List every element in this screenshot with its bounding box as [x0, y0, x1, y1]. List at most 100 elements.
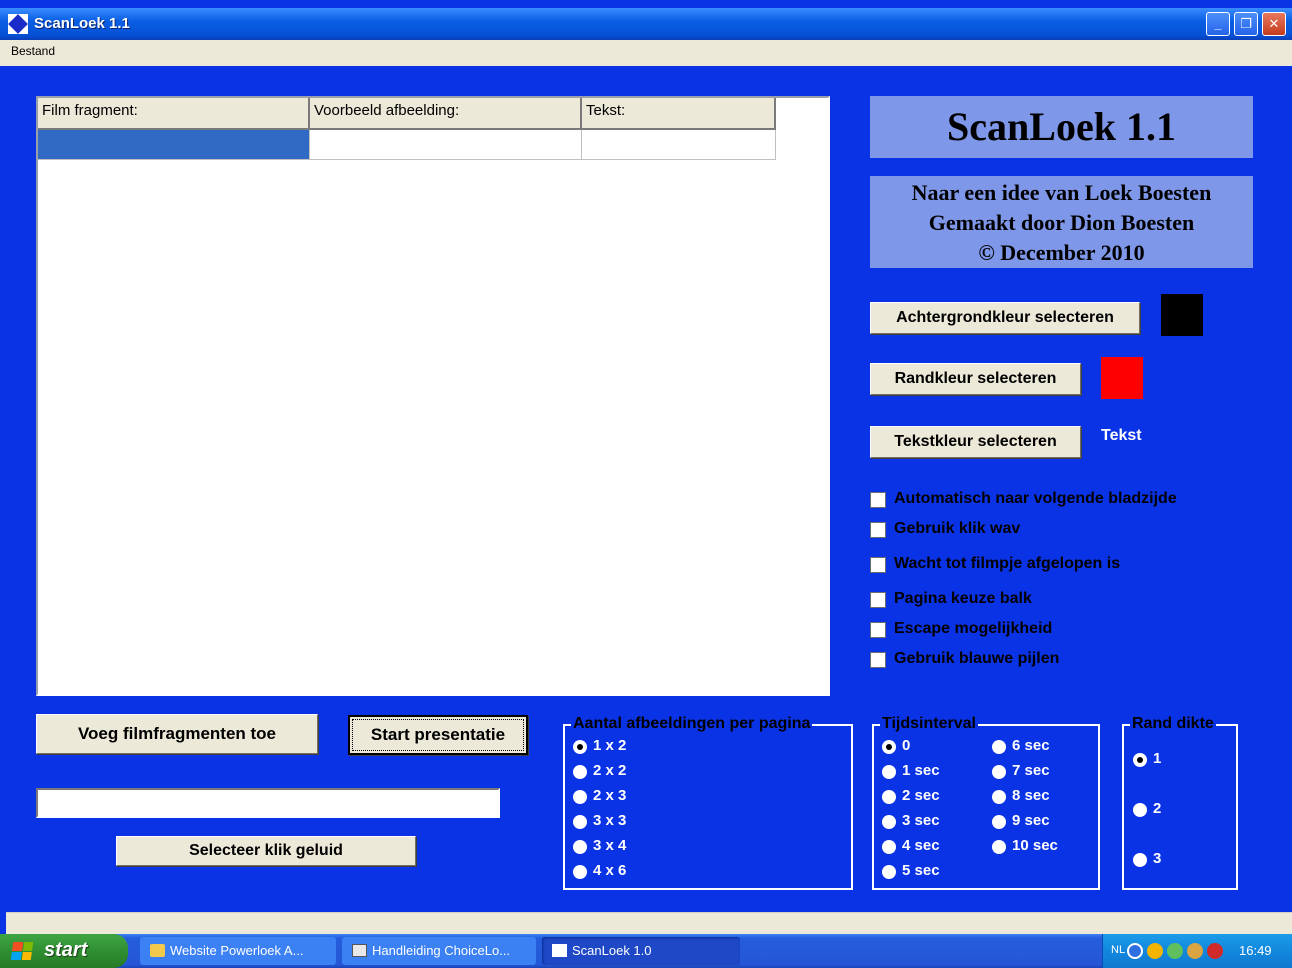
windows-logo-icon: [10, 942, 34, 960]
menu-bestand[interactable]: Bestand: [11, 44, 55, 58]
radio-dot[interactable]: [573, 840, 587, 854]
text-color-button[interactable]: Tekstkleur selecteren: [870, 426, 1081, 458]
grid-cell-preview-image[interactable]: [310, 130, 582, 160]
radio-label: 3 x 3: [593, 812, 627, 829]
radio-label: 1: [1153, 750, 1162, 767]
taskbar-item-website[interactable]: Website Powerloek A...: [140, 937, 336, 965]
checkbox-label: Wacht tot filmpje afgelopen is: [894, 555, 1121, 572]
radio-label: 2 x 3: [593, 787, 627, 804]
taskbar-item-label: Handleiding ChoiceLo...: [372, 943, 511, 958]
select-click-sound-button[interactable]: Selecteer klik geluid: [116, 836, 416, 866]
radio-dot[interactable]: [992, 790, 1006, 804]
taskbar-item-label: Website Powerloek A...: [170, 943, 304, 958]
radio-label: 1 sec: [902, 762, 940, 779]
checkbox-box[interactable]: [870, 522, 886, 538]
close-button[interactable]: ✕: [1262, 12, 1286, 36]
radio-dot[interactable]: [573, 740, 587, 754]
border-color-swatch: [1101, 357, 1143, 399]
status-bar: [6, 912, 1292, 934]
radio-label: 2 sec: [902, 787, 940, 804]
restore-button[interactable]: ❐: [1234, 12, 1258, 36]
time-interval-legend: Tijdsinterval: [880, 715, 978, 733]
text-color-preview: Tekst: [1101, 427, 1142, 444]
checkbox-label: Pagina keuze balk: [894, 590, 1032, 607]
folder-icon: [150, 944, 165, 957]
checkbox-label: Gebruik klik wav: [894, 520, 1021, 537]
radio-dot[interactable]: [1133, 853, 1147, 867]
taskbar-item-label: ScanLoek 1.0: [572, 943, 652, 958]
radio-label: 1 x 2: [593, 737, 627, 754]
radio-dot[interactable]: [573, 790, 587, 804]
fragment-grid[interactable]: Film fragment: Voorbeeld afbeelding: Tek…: [36, 96, 830, 696]
radio-label: 8 sec: [1012, 787, 1050, 804]
clock: 16:49: [1239, 943, 1272, 958]
radio-dot[interactable]: [573, 765, 587, 779]
checkbox-label: Escape mogelijkheid: [894, 620, 1053, 637]
radio-dot[interactable]: [573, 815, 587, 829]
security-icon[interactable]: [1207, 943, 1223, 959]
radio-label: 4 sec: [902, 837, 940, 854]
radio-dot[interactable]: [882, 740, 896, 754]
radio-label: 2 x 2: [593, 762, 627, 779]
radio-label: 0: [902, 737, 911, 754]
checkbox-label: Gebruik blauwe pijlen: [894, 650, 1060, 667]
checkbox-box[interactable]: [870, 492, 886, 508]
radio-label: 4 x 6: [593, 862, 627, 879]
radio-dot[interactable]: [882, 865, 896, 879]
radio-dot[interactable]: [992, 815, 1006, 829]
radio-dot[interactable]: [573, 865, 587, 879]
background-color-button[interactable]: Achtergrondkleur selecteren: [870, 302, 1140, 334]
background-color-swatch: [1161, 294, 1203, 336]
users-icon[interactable]: [1187, 943, 1203, 959]
checkbox-box[interactable]: [870, 557, 886, 573]
radio-dot[interactable]: [1133, 753, 1147, 767]
menu-bar: Bestand: [0, 40, 1292, 66]
column-header-text[interactable]: Tekst:: [582, 98, 776, 130]
checkbox-box[interactable]: [870, 622, 886, 638]
system-tray: NL 16:49: [1102, 934, 1292, 968]
radio-label: 7 sec: [1012, 762, 1050, 779]
start-button[interactable]: start: [0, 934, 128, 968]
column-header-preview-image[interactable]: Voorbeeld afbeelding:: [310, 98, 582, 130]
radio-dot[interactable]: [992, 840, 1006, 854]
start-presentation-button[interactable]: Start presentatie: [348, 715, 528, 755]
credits-copyright: © December 2010: [978, 240, 1145, 265]
taskbar-item-scanloek[interactable]: ScanLoek 1.0: [542, 937, 740, 965]
taskbar-item-handleiding[interactable]: Handleiding ChoiceLo...: [342, 937, 536, 965]
add-fragments-button[interactable]: Voeg filmfragmenten toe: [36, 714, 318, 754]
images-per-page-legend: Aantal afbeeldingen per pagina: [571, 715, 813, 733]
radio-dot[interactable]: [882, 840, 896, 854]
radio-label: 3 x 4: [593, 837, 627, 854]
border-color-button[interactable]: Randkleur selecteren: [870, 363, 1081, 395]
document-icon: [352, 944, 367, 957]
arrow-left-icon[interactable]: [1127, 943, 1143, 959]
start-label: start: [44, 939, 88, 961]
radio-dot[interactable]: [992, 740, 1006, 754]
grid-cell-film-fragment[interactable]: [38, 130, 310, 160]
radio-dot[interactable]: [882, 815, 896, 829]
credits-made-by: Gemaakt door Dion Boesten: [928, 210, 1195, 235]
credits-panel: Naar een idee van Loek Boesten Gemaakt d…: [870, 176, 1253, 268]
messenger-icon[interactable]: [1147, 943, 1163, 959]
column-header-film-fragment[interactable]: Film fragment:: [38, 98, 310, 130]
title-bar[interactable]: ScanLoek 1.1 _ ❐ ✕: [0, 8, 1292, 40]
language-indicator[interactable]: NL: [1111, 944, 1125, 956]
network-icon[interactable]: [1167, 943, 1183, 959]
radio-dot[interactable]: [882, 765, 896, 779]
taskbar: start Website Powerloek A... Handleiding…: [0, 934, 1292, 968]
radio-dot[interactable]: [882, 790, 896, 804]
credits-idea: Naar een idee van Loek Boesten: [911, 180, 1212, 205]
checkbox-box[interactable]: [870, 652, 886, 668]
radio-dot[interactable]: [1133, 803, 1147, 817]
app-icon: [552, 944, 567, 957]
border-width-legend: Rand dikte: [1130, 715, 1216, 733]
checkbox-box[interactable]: [870, 592, 886, 608]
radio-dot[interactable]: [992, 765, 1006, 779]
minimize-button[interactable]: _: [1206, 12, 1230, 36]
click-sound-path-input[interactable]: [36, 788, 500, 818]
app-banner: ScanLoek 1.1: [870, 96, 1253, 158]
app-icon: [8, 14, 28, 34]
radio-label: 3: [1153, 850, 1162, 867]
grid-cell-text[interactable]: [582, 130, 776, 160]
radio-label: 5 sec: [902, 862, 940, 879]
